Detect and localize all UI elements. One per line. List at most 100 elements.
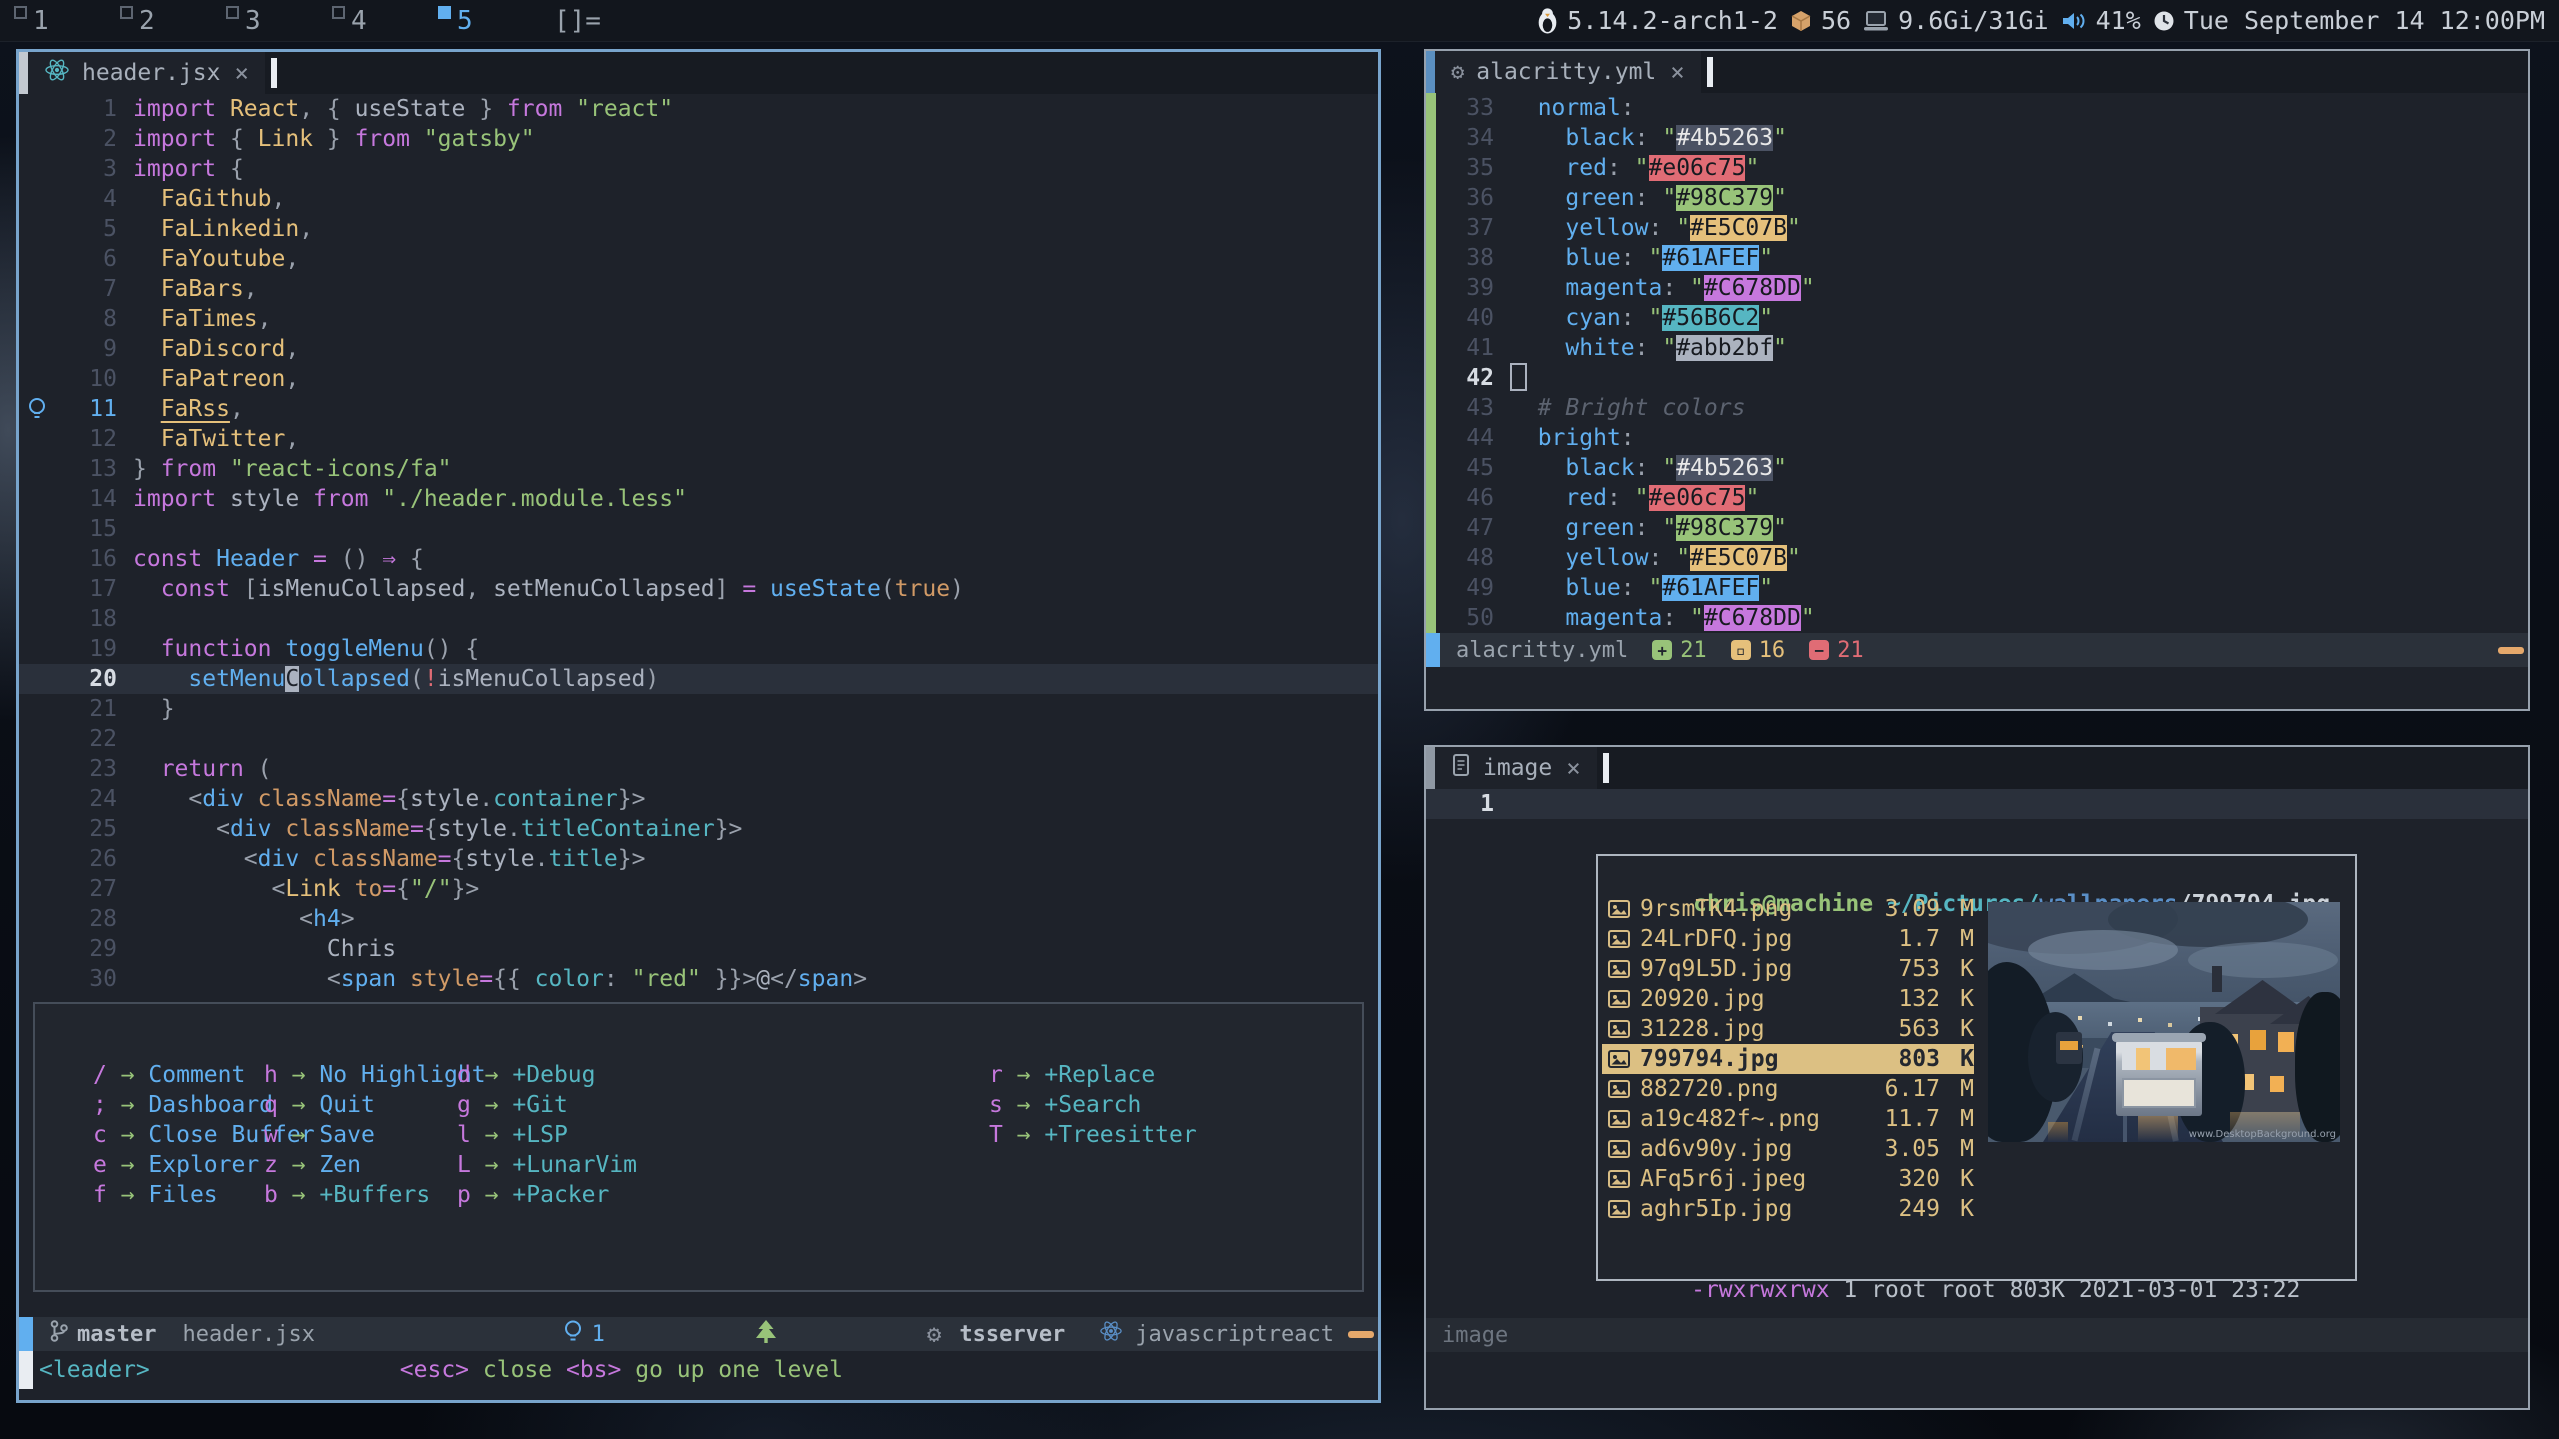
code-line-6[interactable]: 6 FaYoutube, <box>19 244 1378 274</box>
file-row-24LrDFQ.jpg[interactable]: 24LrDFQ.jpg1.7M <box>1602 924 1974 954</box>
code-token: { <box>424 816 438 842</box>
code-line-5[interactable]: 5 FaLinkedin, <box>19 214 1378 244</box>
sign-column <box>1426 453 1450 483</box>
code-line-12[interactable]: 12 FaTwitter, <box>19 424 1378 454</box>
file-size: 249 <box>1844 1196 1940 1222</box>
code-line-25[interactable]: 25 <div className={style.titleContainer}… <box>19 814 1378 844</box>
code-line-8[interactable]: 8 FaTimes, <box>19 304 1378 334</box>
code-line-38[interactable]: 38 blue: "#61AFEF" <box>1426 243 2528 273</box>
code-line-39[interactable]: 39 magenta: "#C678DD" <box>1426 273 2528 303</box>
file-row-9rsmTK4.png[interactable]: 9rsmTK4.png3.09M <box>1602 894 1974 924</box>
code-line-45[interactable]: 45 black: "#4b5263" <box>1426 453 2528 483</box>
plus-icon: + <box>1652 640 1672 660</box>
code-line-16[interactable]: 16const Header = () ⇒ { <box>19 544 1378 574</box>
react-icon <box>44 58 70 88</box>
code-line-30[interactable]: 30 <span style={{ color: "red" }}>@</spa… <box>19 964 1378 994</box>
code-line-17[interactable]: 17 const [isMenuCollapsed, setMenuCollap… <box>19 574 1378 604</box>
scroll-indicator <box>1348 1331 1374 1338</box>
file-row-a19c482f~.png[interactable]: a19c482f~.png11.7M <box>1602 1104 1974 1134</box>
tab-close-icon[interactable]: × <box>232 59 250 87</box>
code-line-48[interactable]: 48 yellow: "#E5C07B" <box>1426 543 2528 573</box>
code-token: black <box>1565 125 1634 151</box>
code-line-18[interactable]: 18 <box>19 604 1378 634</box>
code-token: < <box>244 846 258 872</box>
file-row-ad6v90y.jpg[interactable]: ad6v90y.jpg3.05M <box>1602 1134 1974 1164</box>
file-size-unit: M <box>1940 1076 1974 1102</box>
file-row-AFq5r6j.jpeg[interactable]: AFq5r6j.jpeg320K <box>1602 1164 1974 1194</box>
whichkey-binding-z: z → Zen <box>264 1150 486 1180</box>
code-token: , <box>285 336 299 362</box>
code-line-35[interactable]: 35 red: "#e06c75" <box>1426 153 2528 183</box>
code-line-4[interactable]: 4 FaGithub, <box>19 184 1378 214</box>
workspace-1[interactable]: 1 <box>14 3 120 39</box>
code-line-24[interactable]: 24 <div className={style.container}> <box>19 784 1378 814</box>
code-line-1[interactable]: 1import React, { useState } from "react" <box>19 94 1378 124</box>
file-row-aghr5Ip.jpg[interactable]: aghr5Ip.jpg249K <box>1602 1194 1974 1224</box>
code-line-44[interactable]: 44 bright: <box>1426 423 2528 453</box>
code-line-22[interactable]: 22 <box>19 724 1378 754</box>
code-line-34[interactable]: 34 black: "#4b5263" <box>1426 123 2528 153</box>
code-line-28[interactable]: 28 <h4> <box>19 904 1378 934</box>
code-line-15[interactable]: 15 <box>19 514 1378 544</box>
code-line-19[interactable]: 19 function toggleMenu() { <box>19 634 1378 664</box>
file-row-97q9L5D.jpg[interactable]: 97q9L5D.jpg753K <box>1602 954 1974 984</box>
file-name: 31228.jpg <box>1640 1016 1844 1042</box>
code-token: , <box>258 306 272 332</box>
code-line-33[interactable]: 33 normal: <box>1426 93 2528 123</box>
code-line-23[interactable]: 23 return ( <box>19 754 1378 784</box>
file-row-20920.jpg[interactable]: 20920.jpg132K <box>1602 984 1974 1014</box>
code-line-10[interactable]: 10 FaPatreon, <box>19 364 1378 394</box>
code-line-49[interactable]: 49 blue: "#61AFEF" <box>1426 573 2528 603</box>
tab-image[interactable]: image × <box>1435 747 1597 789</box>
file-permissions: -rwxrwxrwx <box>1691 1277 1829 1303</box>
code-line-26[interactable]: 26 <div className={style.title}> <box>19 844 1378 874</box>
code-line-43[interactable]: 43 # Bright colors <box>1426 393 2528 423</box>
workspace-4[interactable]: 4 <box>332 3 438 39</box>
code-buffer-header-jsx[interactable]: 1import React, { useState } from "react"… <box>19 94 1378 994</box>
code-line-37[interactable]: 37 yellow: "#E5C07B" <box>1426 213 2528 243</box>
line-number: 5 <box>55 214 117 244</box>
code-line-2[interactable]: 2import { Link } from "gatsby" <box>19 124 1378 154</box>
code-line-41[interactable]: 41 white: "#abb2bf" <box>1426 333 2528 363</box>
code-line-7[interactable]: 7 FaBars, <box>19 274 1378 304</box>
code-line-46[interactable]: 46 red: "#e06c75" <box>1426 483 2528 513</box>
code-line-20[interactable]: 20 setMenuCollapsed(!isMenuCollapsed) <box>19 664 1378 694</box>
code-line-13[interactable]: 13} from "react-icons/fa" <box>19 454 1378 484</box>
code-line-9[interactable]: 9 FaDiscord, <box>19 334 1378 364</box>
file-size: 1.7 <box>1844 926 1940 952</box>
code-token: , <box>285 366 299 392</box>
code-token <box>1510 605 1565 631</box>
penguin-icon <box>1537 7 1558 34</box>
code-token: " <box>1648 245 1662 271</box>
file-size-unit: K <box>1940 1166 1974 1192</box>
tab-close-icon[interactable]: × <box>1668 58 1686 86</box>
workspace-5[interactable]: 5 <box>438 3 544 39</box>
workspace-3[interactable]: 3 <box>226 3 332 39</box>
buffer-line-1[interactable]: 1 <box>1426 789 2528 819</box>
file-row-799794.jpg[interactable]: 799794.jpg803K <box>1602 1044 1974 1074</box>
code-line-29[interactable]: 29 Chris <box>19 934 1378 964</box>
code-line-3[interactable]: 3import { <box>19 154 1378 184</box>
code-text: import { Link } from "gatsby" <box>133 124 1378 154</box>
wk-arrow: → <box>278 1152 320 1178</box>
code-line-47[interactable]: 47 green: "#98C379" <box>1426 513 2528 543</box>
code-line-27[interactable]: 27 <Link to={"/"}> <box>19 874 1378 904</box>
file-row-882720.png[interactable]: 882720.png6.17M <box>1602 1074 1974 1104</box>
code-token: " <box>1773 185 1787 211</box>
code-line-14[interactable]: 14import style from "./header.module.les… <box>19 484 1378 514</box>
code-buffer-alacritty[interactable]: 33 normal:34 black: "#4b5263"35 red: "#e… <box>1426 93 2528 633</box>
code-token <box>133 666 188 692</box>
code-line-21[interactable]: 21 } <box>19 694 1378 724</box>
code-line-36[interactable]: 36 green: "#98C379" <box>1426 183 2528 213</box>
code-line-50[interactable]: 50 magenta: "#C678DD" <box>1426 603 2528 633</box>
tab-alacritty-yml[interactable]: ⚙ alacritty.yml × <box>1435 51 1701 93</box>
tab-header-jsx[interactable]: header.jsx × <box>28 52 265 94</box>
file-row-31228.jpg[interactable]: 31228.jpg563K <box>1602 1014 1974 1044</box>
code-token <box>1510 455 1565 481</box>
workspace-2[interactable]: 2 <box>120 3 226 39</box>
code-line-40[interactable]: 40 cyan: "#56B6C2" <box>1426 303 2528 333</box>
code-line-11[interactable]: 11 FaRss, <box>19 394 1378 424</box>
tab-close-icon[interactable]: × <box>1564 754 1582 782</box>
code-line-42[interactable]: 42 <box>1426 363 2528 393</box>
sign-column <box>19 754 55 784</box>
